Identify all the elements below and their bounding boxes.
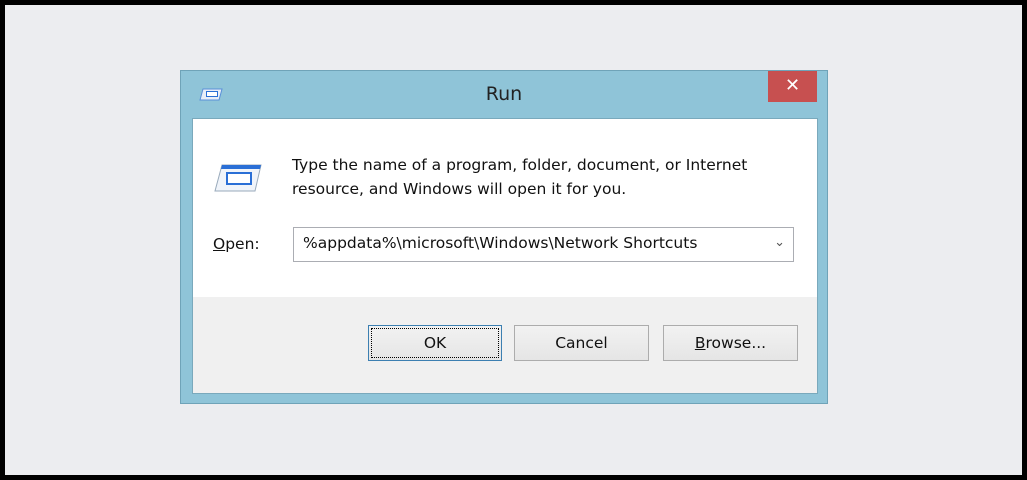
window-title: Run (485, 83, 523, 105)
open-input[interactable]: %appdata%\microsoft\Windows\Network Shor… (303, 234, 697, 252)
dialog-content: Type the name of a program, folder, docu… (193, 119, 817, 297)
cancel-button[interactable]: Cancel (514, 325, 649, 361)
instruction-line-2: resource, and Windows will open it for y… (292, 180, 627, 198)
open-combobox[interactable]: %appdata%\microsoft\Windows\Network Shor… (293, 227, 794, 262)
chevron-down-icon[interactable]: ⌄ (774, 235, 785, 250)
open-label-text: pen: (225, 235, 260, 253)
close-icon: ✕ (784, 75, 801, 96)
instruction-line-1: Type the name of a program, folder, docu… (292, 156, 748, 174)
browse-button[interactable]: Browse... (663, 325, 798, 361)
run-dialog: Run ✕ Type the name of a program, folder… (180, 70, 828, 404)
run-program-icon (214, 164, 262, 192)
open-label: Open: (213, 235, 260, 253)
close-button[interactable]: ✕ (768, 71, 817, 102)
browse-label: rowse... (705, 334, 767, 352)
open-mnemonic: O (213, 235, 226, 253)
ok-button[interactable]: OK (368, 325, 502, 361)
dialog-body: Type the name of a program, folder, docu… (192, 118, 818, 394)
browse-mnemonic: B (694, 334, 706, 352)
instruction-text: Type the name of a program, folder, docu… (292, 153, 747, 201)
